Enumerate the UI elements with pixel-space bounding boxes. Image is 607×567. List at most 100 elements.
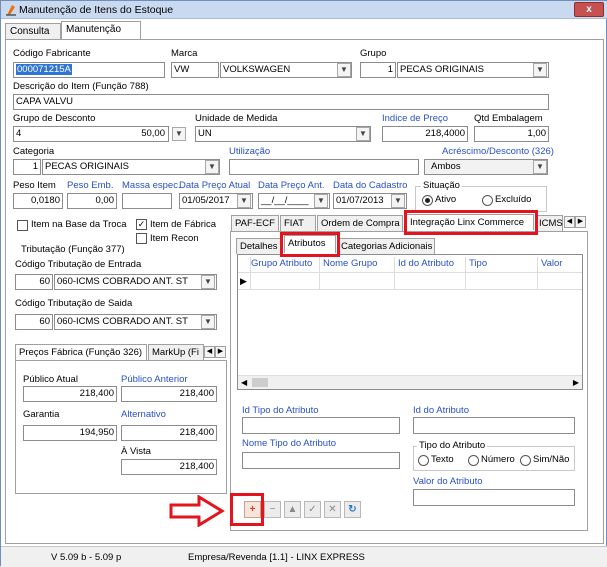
situacao-label: Situação [421,180,462,191]
right-tab-right-icon[interactable]: ▶ [575,216,586,228]
tipo-atributo-label: Tipo do Atributo [417,440,488,451]
indice-preco-field[interactable]: 218,4000 [382,126,468,142]
data-preco-ant-dropdown-icon[interactable]: ▼ [314,194,328,208]
tab-precos-fabrica[interactable]: Preços Fábrica (Função 326) [15,344,147,360]
tab-icms[interactable]: ICMS [535,215,563,231]
nome-tipo-atributo-field[interactable] [242,452,400,469]
col-nome-grupo[interactable]: Nome Grupo [323,258,377,272]
data-preco-atual-label[interactable]: Data Preço Atual [179,180,250,191]
acrescimo-dropdown-icon[interactable]: ▼ [533,160,547,174]
tributacao-saida-code[interactable]: 60 [15,314,53,330]
unidade-dropdown-icon[interactable]: ▼ [356,127,370,141]
delete-button[interactable]: − [264,501,281,518]
id-atributo-field[interactable] [413,417,575,434]
situacao-excluido-radio[interactable] [482,195,493,206]
grid-scrollbar[interactable]: ◀ ▶ [238,375,582,389]
close-button[interactable]: x [574,2,604,17]
tab-detalhes[interactable]: Detalhes [236,238,282,254]
confirm-button[interactable]: ✓ [304,501,321,518]
tipo-numero-radio[interactable] [468,455,479,466]
alternativo-label[interactable]: Alternativo [121,409,166,420]
col-valor[interactable]: Valor [541,258,562,272]
tab-fiat[interactable]: FIAT [280,215,316,231]
unidade-field[interactable]: UN [195,126,371,142]
move-up-button[interactable]: ▲ [284,501,301,518]
data-cadastro-dropdown-icon[interactable]: ▼ [391,194,405,208]
refresh-button[interactable]: ↻ [344,501,361,518]
publico-anterior-field[interactable]: 218,400 [121,386,217,402]
peso-item-field[interactable]: 0,0180 [13,193,63,209]
acrescimo-select[interactable]: Ambos [424,159,548,175]
publico-atual-field[interactable]: 218,400 [23,386,117,402]
massa-espec-label[interactable]: Massa espec. [122,180,181,191]
id-tipo-atributo-field[interactable] [242,417,400,434]
tributacao-entrada-dropdown-icon[interactable]: ▼ [201,275,215,289]
grupo-code-field[interactable]: 1 [360,62,396,78]
item-recon-checkbox[interactable] [136,233,147,244]
col-grupo-atributo[interactable]: Grupo Atributo [251,258,312,272]
grupo-desconto-dropdown-icon[interactable]: ▼ [172,127,186,141]
red-arrow-icon [169,495,225,527]
categoria-dropdown-icon[interactable]: ▼ [205,160,219,174]
publico-anterior-label[interactable]: Público Anterior [121,374,188,385]
right-tab-left-icon[interactable]: ◀ [564,216,575,228]
scroll-right-icon[interactable]: ▶ [573,378,579,387]
base-troca-checkbox[interactable] [17,220,28,231]
tab-markup[interactable]: MarkUp (Fi [148,344,204,360]
descricao-field[interactable]: CAPA VALVU [13,94,549,110]
utilizacao-field[interactable] [229,159,419,175]
tributacao-entrada-code[interactable]: 60 [15,274,53,290]
tipo-texto-radio[interactable] [418,455,429,466]
alternativo-field[interactable]: 218,400 [121,425,217,441]
data-preco-ant-label[interactable]: Data Preço Ant. [258,180,325,191]
scroll-thumb[interactable] [252,378,268,387]
valor-atributo-label[interactable]: Valor do Atributo [413,476,483,487]
qtd-embalagem-field[interactable]: 1,00 [474,126,549,142]
item-fabrica-checkbox[interactable]: ✓ [136,219,147,230]
indice-preco-label[interactable]: Indice de Preço [382,113,448,124]
base-troca-label: Item na Base da Troca [31,219,127,230]
categoria-code-field[interactable]: 1 [13,159,41,175]
categoria-name-field[interactable]: PECAS ORIGINAIS [42,159,220,175]
col-tipo[interactable]: Tipo [469,258,487,272]
col-id-atributo[interactable]: Id do Atributo [398,258,454,272]
precos-tab-right-icon[interactable]: ▶ [215,346,226,358]
valor-atributo-field[interactable] [413,489,575,506]
peso-emb-field[interactable]: 0,00 [67,193,117,209]
id-tipo-atributo-label[interactable]: Id Tipo do Atributo [242,405,319,416]
nome-tipo-atributo-label[interactable]: Nome Tipo do Atributo [242,438,336,449]
situacao-ativo-radio[interactable] [422,195,433,206]
grupo-dropdown-icon[interactable]: ▼ [533,63,547,77]
a-vista-field[interactable]: 218,400 [121,459,217,475]
tab-consulta[interactable]: Consulta [5,23,61,39]
tab-ordem-compra[interactable]: Ordem de Compra [317,215,403,231]
tributacao-saida-field[interactable]: 060-ICMS COBRADO ANT. ST [54,314,217,330]
peso-emb-label[interactable]: Peso Emb. [67,180,113,191]
grupo-name-field[interactable]: PECAS ORIGINAIS [397,62,549,78]
utilizacao-label[interactable]: Utilização [229,146,270,157]
tipo-simnao-radio[interactable] [520,455,531,466]
codigo-fabricante-field[interactable]: 000071215A [13,62,165,78]
marca-dropdown-icon[interactable]: ▼ [337,63,351,77]
scroll-left-icon[interactable]: ◀ [241,378,247,387]
id-atributo-label[interactable]: Id do Atributo [413,405,469,416]
grupo-desconto-code: 4 [16,128,22,139]
descricao-label: Descrição do Item (Função 788) [13,81,149,92]
grupo-desconto-field[interactable]: 4 50,00 [13,126,169,142]
acrescimo-label[interactable]: Acréscimo/Desconto (326) [442,146,554,157]
garantia-field[interactable]: 194,950 [23,425,117,441]
data-preco-atual-dropdown-icon[interactable]: ▼ [237,194,251,208]
tab-manutencao[interactable]: Manutenção (47) [61,21,141,51]
massa-espec-field[interactable] [122,193,172,209]
precos-tab-left-icon[interactable]: ◀ [204,346,215,358]
tributacao-saida-dropdown-icon[interactable]: ▼ [201,315,215,329]
cancel-button[interactable]: ✕ [324,501,341,518]
highlight-add-button [230,493,264,526]
atributos-grid[interactable] [237,254,583,390]
tributacao-entrada-field[interactable]: 060-ICMS COBRADO ANT. ST [54,274,217,290]
marca-name-field[interactable]: VOLKSWAGEN [220,62,352,78]
data-cadastro-label[interactable]: Data do Cadastro [333,180,407,191]
tab-paf-ecf[interactable]: PAF-ECF [231,215,279,231]
tab-categorias-adicionais[interactable]: Categorias Adicionais [337,238,435,254]
marca-code-field[interactable]: VW [171,62,219,78]
